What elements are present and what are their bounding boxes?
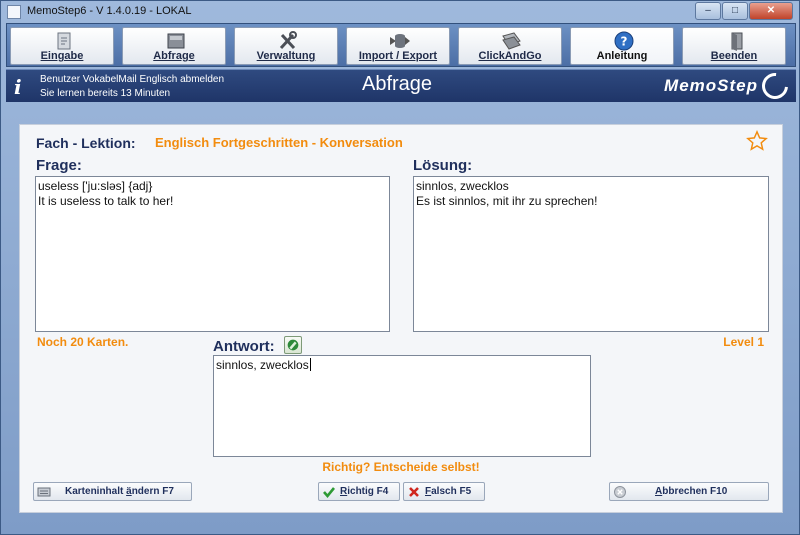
- toolbar-verwaltung-label: Verwaltung: [256, 50, 316, 62]
- quiz-panel: Fach - Lektion: Englisch Fortgeschritten…: [19, 124, 783, 513]
- help-icon: ?: [614, 31, 634, 51]
- toolbar-beenden-label: Beenden: [710, 50, 758, 62]
- cancel-label: Abbrechen F10: [655, 486, 728, 497]
- toolbar-abfrage-button[interactable]: Abfrage: [122, 27, 226, 65]
- memostep-logo: MemoStep: [664, 67, 794, 105]
- window-controls: – □ ✕: [694, 2, 793, 20]
- correct-button[interactable]: Richtig F4: [318, 482, 400, 501]
- question-box: useless ['ju:sləs] {adj} It is useless t…: [35, 176, 390, 332]
- logo-swirl-icon: [756, 67, 794, 105]
- card-stack-icon: [167, 33, 185, 49]
- checkmark-icon: [323, 486, 336, 498]
- solution-label: Lösung:: [413, 157, 473, 174]
- notepad-icon: [57, 32, 71, 50]
- cards-remaining: Noch 20 Karten.: [37, 335, 129, 349]
- lesson-label: Fach - Lektion:: [36, 135, 136, 151]
- app-window: MemoStep6 - V 1.4.0.19 - LOKAL – □ ✕ Ein…: [0, 0, 800, 535]
- maximize-button[interactable]: □: [722, 2, 748, 20]
- favorite-star-icon[interactable]: [746, 130, 768, 152]
- level-indicator: Level 1: [723, 335, 764, 349]
- wrong-button[interactable]: Falsch F5: [403, 482, 485, 501]
- edit-card-label: Karteninhalt ändern F7: [65, 486, 174, 497]
- text-caret: [309, 358, 311, 371]
- edit-card-button[interactable]: Karteninhalt ändern F7: [33, 482, 192, 501]
- answer-label: Antwort:: [213, 338, 275, 355]
- main-toolbar: Eingabe Abfrage Verwaltung Import / Expo…: [6, 23, 796, 67]
- database-transfer-icon: [390, 34, 410, 48]
- toolbar-import-export-button[interactable]: Import / Export: [346, 27, 450, 65]
- solution-line: Es ist sinnlos, mit ihr zu sprechen!: [416, 194, 598, 208]
- answer-input[interactable]: sinnlos, zwecklos: [213, 355, 591, 457]
- tools-icon: [279, 31, 297, 50]
- cancel-button[interactable]: Abbrechen F10: [609, 482, 769, 501]
- toolbar-verwaltung-button[interactable]: Verwaltung: [234, 27, 338, 65]
- page-header: i Benutzer VokabelMail Englisch abmelden…: [6, 67, 796, 105]
- toolbar-eingabe-label: Eingabe: [40, 50, 84, 62]
- wrong-label: Falsch F5: [425, 486, 472, 497]
- svg-text:?: ?: [621, 35, 628, 49]
- lesson-value: Englisch Fortgeschritten - Konversation: [155, 135, 403, 150]
- toolbar-anleitung-label: Anleitung: [596, 50, 648, 62]
- info-icon: i: [14, 75, 22, 99]
- exit-door-icon: [731, 32, 743, 51]
- question-line: useless ['ju:sləs] {adj}: [38, 179, 153, 193]
- user-logout-text[interactable]: Benutzer VokabelMail Englisch abmelden: [40, 74, 224, 85]
- toolbar-anleitung-button[interactable]: ? Anleitung: [570, 27, 674, 65]
- solution-box: sinnlos, zwecklos Es ist sinnlos, mit ih…: [413, 176, 769, 332]
- solution-line: sinnlos, zwecklos: [416, 179, 509, 193]
- toolbar-import-export-label: Import / Export: [358, 50, 438, 62]
- close-window-button[interactable]: ✕: [749, 2, 793, 20]
- pencil-icon: [287, 339, 299, 351]
- click-and-go-icon: [502, 32, 521, 50]
- cancel-circle-icon: [614, 485, 626, 498]
- answer-text: sinnlos, zwecklos: [216, 358, 309, 372]
- app-icon: [7, 5, 21, 19]
- toolbar-clickandgo-button[interactable]: ClickAndGo: [458, 27, 562, 65]
- toolbar-eingabe-button[interactable]: Eingabe: [10, 27, 114, 65]
- window-title: MemoStep6 - V 1.4.0.19 - LOKAL: [27, 5, 192, 17]
- question-line: It is useless to talk to her!: [38, 194, 174, 208]
- minimize-button[interactable]: –: [695, 2, 721, 20]
- self-check-hint: Richtig? Entscheide selbst!: [322, 460, 480, 474]
- toolbar-abfrage-label: Abfrage: [153, 50, 195, 62]
- correct-label: Richtig F4: [340, 486, 389, 497]
- question-label: Frage:: [36, 157, 82, 174]
- logo-text: MemoStep: [664, 76, 758, 95]
- x-mark-icon: [409, 486, 419, 497]
- toolbar-clickandgo-label: ClickAndGo: [478, 50, 542, 62]
- toolbar-beenden-button[interactable]: Beenden: [682, 27, 786, 65]
- page-title: Abfrage: [362, 73, 433, 95]
- answer-edit-button[interactable]: [284, 336, 302, 354]
- keyboard-icon: [37, 487, 51, 496]
- session-duration-text: Sie lernen bereits 13 Minuten: [40, 88, 171, 99]
- title-bar: MemoStep6 - V 1.4.0.19 - LOKAL – □ ✕: [1, 1, 799, 23]
